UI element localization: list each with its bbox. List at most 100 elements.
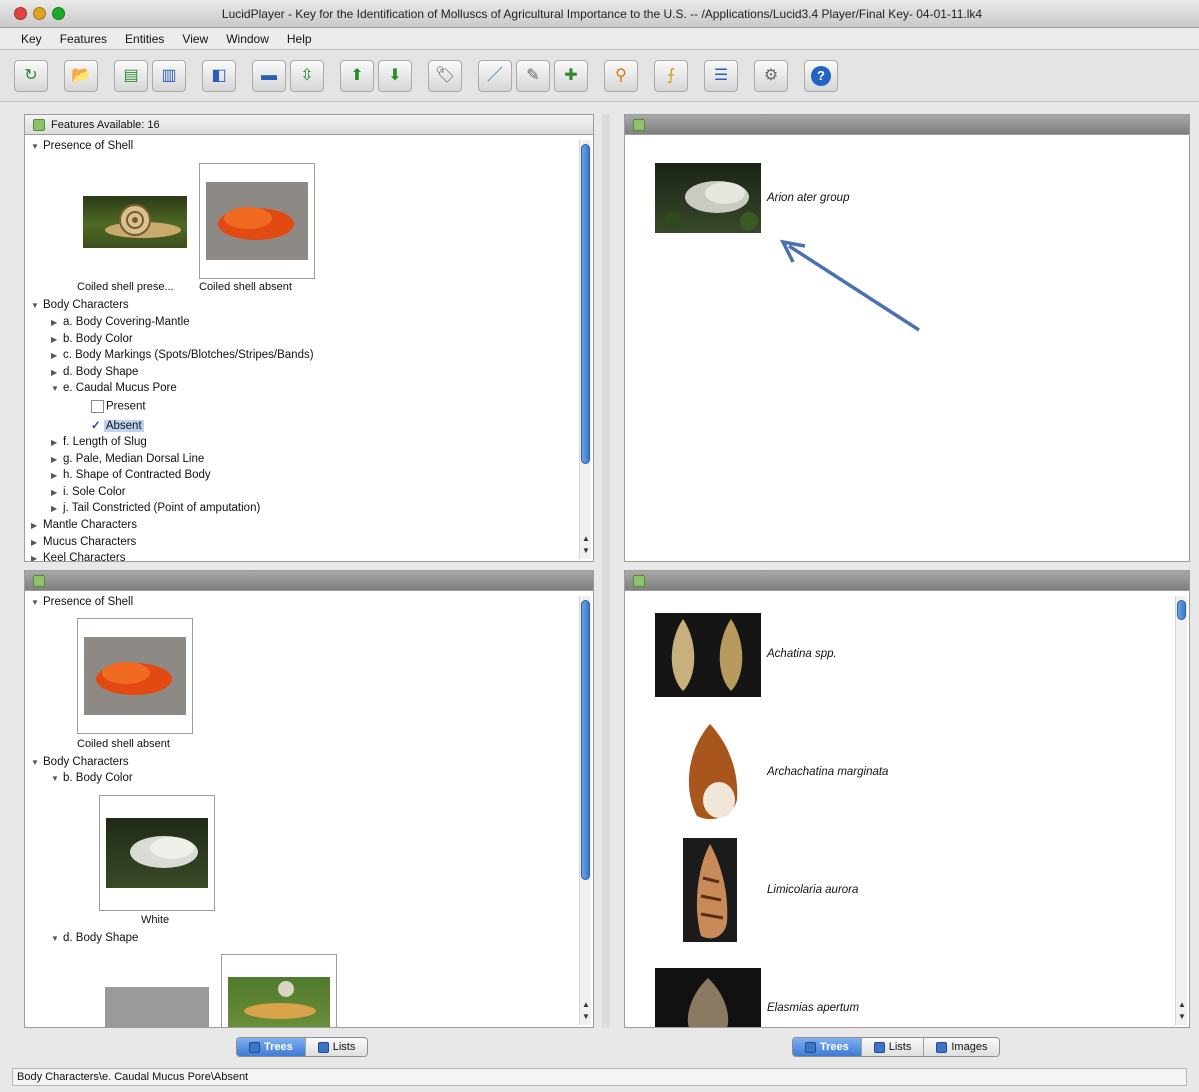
collapsed-triangle-icon[interactable]: ▶	[51, 351, 63, 360]
collapsed-triangle-icon[interactable]: ▶	[31, 538, 43, 547]
tree-node-caudal-mucus-pore[interactable]: ▼ e. Caudal Mucus Pore	[51, 382, 177, 394]
tree-node-body-markings[interactable]: ▶ c. Body Markings (Spots/Blotches/Stripe…	[51, 349, 314, 361]
tree-node-dorsal-line[interactable]: ▶ g. Pale, Median Dorsal Line	[51, 453, 204, 465]
menu-key[interactable]: Key	[12, 32, 51, 46]
menu-entities[interactable]: Entities	[116, 32, 173, 46]
collapsed-triangle-icon[interactable]: ▶	[31, 521, 43, 530]
scroll-arrows-icon[interactable]: ▲ ▼	[580, 999, 592, 1025]
score-button[interactable]: ⨍	[654, 59, 688, 92]
tree-node-body-color[interactable]: ▼ b. Body Color	[51, 772, 133, 784]
entity-name[interactable]: Limicolaria aurora	[767, 884, 858, 896]
coiled-shell-present-image[interactable]	[83, 196, 187, 248]
arion-ater-image[interactable]	[655, 163, 761, 233]
limicolaria-image[interactable]	[683, 838, 737, 942]
zoom-window-button[interactable]	[52, 7, 65, 20]
tree-node-sole-color[interactable]: ▶ i. Sole Color	[51, 486, 126, 498]
entity-name[interactable]: Arion ater group	[767, 192, 849, 204]
tree-node-mucus-characters[interactable]: ▶ Mucus Characters	[31, 536, 136, 548]
entity-name[interactable]: Archachatina marginata	[767, 766, 888, 778]
coiled-shell-absent-thumb[interactable]	[199, 163, 315, 279]
state-present-row[interactable]: Present	[91, 400, 146, 413]
filter-button[interactable]: ⚲	[604, 59, 638, 92]
white-body-thumb[interactable]	[99, 795, 215, 911]
view-features-button[interactable]: ▬	[252, 59, 286, 92]
collapsed-triangle-icon[interactable]: ▶	[51, 318, 63, 327]
menu-help[interactable]: Help	[278, 32, 321, 46]
archachatina-image[interactable]	[677, 720, 743, 824]
tree-node-contracted-body[interactable]: ▶ h. Shape of Contracted Body	[51, 469, 211, 481]
tree-node-length-of-slug[interactable]: ▶ f. Length of Slug	[51, 436, 147, 448]
menu-features[interactable]: Features	[51, 32, 116, 46]
collapsed-triangle-icon[interactable]: ▶	[51, 335, 63, 344]
promote-entities-button[interactable]: ⬆	[340, 59, 374, 92]
scrollbar-thumb[interactable]	[581, 144, 590, 464]
list-button[interactable]: ☰	[704, 59, 738, 92]
elasmias-image[interactable]	[655, 968, 761, 1027]
edit-button[interactable]: ／	[478, 59, 512, 92]
tools-button[interactable]: ✎	[516, 59, 550, 92]
view-entities-button[interactable]: ⇳	[290, 59, 324, 92]
collapsed-triangle-icon[interactable]: ▶	[51, 438, 63, 447]
expanded-triangle-icon[interactable]: ▼	[31, 142, 43, 151]
close-window-button[interactable]	[14, 7, 27, 20]
tab-lists[interactable]: Lists	[861, 1038, 925, 1056]
tree-node-body-shape[interactable]: ▼ d. Body Shape	[51, 932, 138, 944]
entity-name[interactable]: Achatina spp.	[767, 648, 837, 660]
features-available-scrollbar[interactable]: ▲ ▼	[579, 140, 591, 559]
collapsed-triangle-icon[interactable]: ▶	[51, 504, 63, 513]
tab-images[interactable]: Images	[924, 1038, 1000, 1056]
tree-node-body-characters[interactable]: ▼ Body Characters	[31, 756, 129, 768]
tree-node-mantle-characters[interactable]: ▶ Mantle Characters	[31, 519, 137, 531]
entities-discarded-scrollbar[interactable]: ▲ ▼	[1175, 596, 1187, 1025]
expanded-triangle-icon[interactable]: ▼	[31, 301, 43, 310]
expanded-triangle-icon[interactable]: ▼	[31, 598, 43, 607]
tree-node-body-characters[interactable]: ▼ Body Characters	[31, 299, 129, 311]
scroll-arrows-icon[interactable]: ▲ ▼	[1176, 999, 1188, 1025]
features-chosen-scrollbar[interactable]: ▲ ▼	[579, 596, 591, 1025]
tree-node-presence-of-shell[interactable]: ▼ Presence of Shell	[31, 140, 133, 152]
tag-button[interactable]: 🏷	[428, 59, 462, 92]
scrollbar-thumb[interactable]	[581, 600, 590, 880]
collapsed-triangle-icon[interactable]: ▶	[51, 471, 63, 480]
scrollbar-thumb[interactable]	[1177, 600, 1186, 620]
collapsed-triangle-icon[interactable]: ▶	[51, 455, 63, 464]
tree-node-body-color[interactable]: ▶ b. Body Color	[51, 333, 133, 345]
tree-node-tail-constricted[interactable]: ▶ j. Tail Constricted (Point of amputatio…	[51, 502, 260, 514]
achatina-image[interactable]	[655, 613, 761, 697]
tree-node-body-covering[interactable]: ▶ a. Body Covering-Mantle	[51, 316, 190, 328]
expanded-triangle-icon[interactable]: ▼	[51, 384, 63, 393]
expanded-triangle-icon[interactable]: ▼	[51, 934, 63, 943]
demote-entities-button[interactable]: ⬇	[378, 59, 412, 92]
tab-trees[interactable]: Trees	[793, 1038, 862, 1056]
prune-redundants-button[interactable]: ▥	[152, 59, 186, 92]
body-shape-thumb-2[interactable]	[221, 954, 337, 1027]
entity-name[interactable]: Elasmias apertum	[767, 1002, 859, 1014]
settings-button[interactable]: ⚙	[754, 59, 788, 92]
state-caption[interactable]: Coiled shell absent	[199, 281, 292, 293]
differences-button[interactable]: ◧	[202, 59, 236, 92]
expanded-triangle-icon[interactable]: ▼	[51, 774, 63, 783]
menu-window[interactable]: Window	[217, 32, 278, 46]
body-shape-image-1[interactable]	[105, 987, 209, 1027]
open-key-button[interactable]: 📂	[64, 59, 98, 92]
state-caption[interactable]: Coiled shell prese...	[77, 281, 174, 293]
collapsed-triangle-icon[interactable]: ▶	[51, 488, 63, 497]
state-absent-row[interactable]: ✓ Absent	[91, 418, 144, 432]
tree-node-keel-characters[interactable]: ▶ Keel Characters	[31, 552, 125, 561]
tab-lists[interactable]: Lists	[305, 1038, 368, 1056]
present-checkbox[interactable]	[91, 400, 104, 413]
vertical-splitter[interactable]	[602, 114, 610, 1028]
expanded-triangle-icon[interactable]: ▼	[31, 758, 43, 767]
minimize-window-button[interactable]	[33, 7, 46, 20]
tab-trees[interactable]: Trees	[237, 1038, 306, 1056]
help-button[interactable]: ?	[804, 59, 838, 92]
collapsed-triangle-icon[interactable]: ▶	[51, 368, 63, 377]
add-button[interactable]: ✚	[554, 59, 588, 92]
collapsed-triangle-icon[interactable]: ▶	[31, 554, 43, 561]
coiled-shell-absent-thumb[interactable]	[77, 618, 193, 734]
best-feature-button[interactable]: ▤	[114, 59, 148, 92]
tree-node-presence-of-shell[interactable]: ▼ Presence of Shell	[31, 596, 133, 608]
tree-node-body-shape[interactable]: ▶ d. Body Shape	[51, 366, 138, 378]
scroll-arrows-icon[interactable]: ▲ ▼	[580, 533, 592, 559]
menu-view[interactable]: View	[173, 32, 217, 46]
